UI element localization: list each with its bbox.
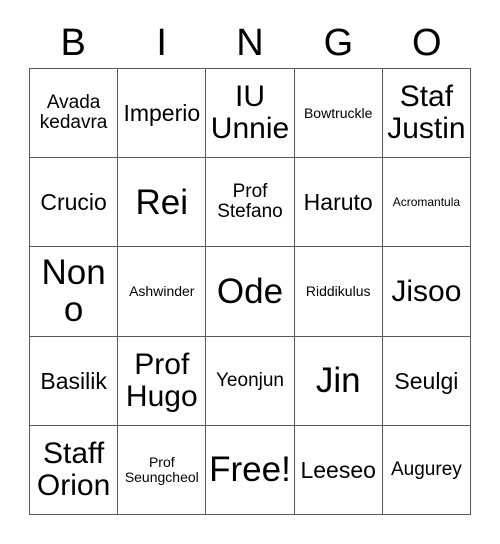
bingo-cell[interactable]: Acromantula [382,158,471,248]
bingo-cell[interactable]: Riddikulus [294,247,383,337]
bingo-cell[interactable]: Prof Stefano [206,158,295,248]
bingo-cell-label: Haruto [303,189,373,216]
bingo-cell-label: Imperio [123,99,201,126]
bingo-cell[interactable]: Augurey [382,425,471,515]
bingo-cell[interactable]: Leeseo [294,425,383,515]
bingo-cell[interactable]: Staff Orion [30,425,119,515]
bingo-cell-label: Staf Justin [387,80,466,146]
bingo-cell-label: Prof Hugo [125,347,198,413]
bingo-card: B I N G O Avada kedavra Imperio IU Unnie… [29,18,471,515]
bingo-cell-label: Riddikulus [305,283,371,300]
bingo-cell-label: Crucio [40,189,107,216]
bingo-cell-label: Basilik [40,367,107,394]
bingo-cell-label: Ode [216,271,284,311]
bingo-cell[interactable]: Bowtruckle [294,69,383,159]
bingo-cell[interactable]: Rei [118,158,207,248]
bingo-cell-label: Acromantula [392,194,461,209]
bingo-cell-label: Jisoo [391,274,462,308]
bingo-cell[interactable]: Avada kedavra [30,69,119,159]
bingo-cell-label: Free! [209,450,291,490]
bingo-header-letter-o: O [412,22,442,64]
bingo-cell[interactable]: Seulgi [382,336,471,426]
bingo-cell[interactable]: IU Unnie [206,69,295,159]
bingo-cell[interactable]: Prof Seungcheol [118,425,207,515]
bingo-header-letter-b: B [60,22,86,64]
bingo-cell[interactable]: Ode [206,247,295,337]
bingo-cell[interactable]: Haruto [294,158,383,248]
bingo-cell-label: Nono [41,253,106,330]
bingo-cell-label: Seulgi [394,367,459,394]
bingo-cell-label: Avada kedavra [39,91,108,134]
bingo-cell[interactable]: Jin [294,336,383,426]
bingo-cell-label: Ashwinder [129,283,195,300]
bingo-cell[interactable]: Nono [30,247,119,337]
bingo-cell-free[interactable]: Free! [206,425,295,515]
bingo-cell-label: Leeseo [300,456,376,483]
bingo-header-row: B I N G O [29,18,471,68]
bingo-cell-label: Jin [315,361,361,401]
bingo-cell[interactable]: Staf Justin [382,69,471,159]
bingo-cell-label: IU Unnie [210,80,290,146]
bingo-cell[interactable]: Ashwinder [118,247,207,337]
bingo-cell[interactable]: Jisoo [382,247,471,337]
bingo-cell[interactable]: Yeonjun [206,336,295,426]
bingo-header-letter-n: N [236,22,264,64]
bingo-cell[interactable]: Basilik [30,336,119,426]
bingo-grid: Avada kedavra Imperio IU Unnie Bowtruckl… [29,68,471,515]
bingo-cell-label: Prof Seungcheol [124,454,199,485]
bingo-cell[interactable]: Crucio [30,158,119,248]
bingo-cell-label: Bowtruckle [303,104,373,121]
bingo-header-letter-i: I [156,22,167,64]
bingo-cell-label: Yeonjun [216,369,284,391]
bingo-cell-label: Prof Stefano [217,181,283,223]
bingo-cell-label: Staff Orion [36,437,111,502]
bingo-cell[interactable]: Prof Hugo [118,336,207,426]
bingo-header-letter-g: G [323,22,354,64]
bingo-cell[interactable]: Imperio [118,69,207,159]
bingo-cell-label: Rei [135,182,189,222]
bingo-cell-label: Augurey [391,458,462,480]
